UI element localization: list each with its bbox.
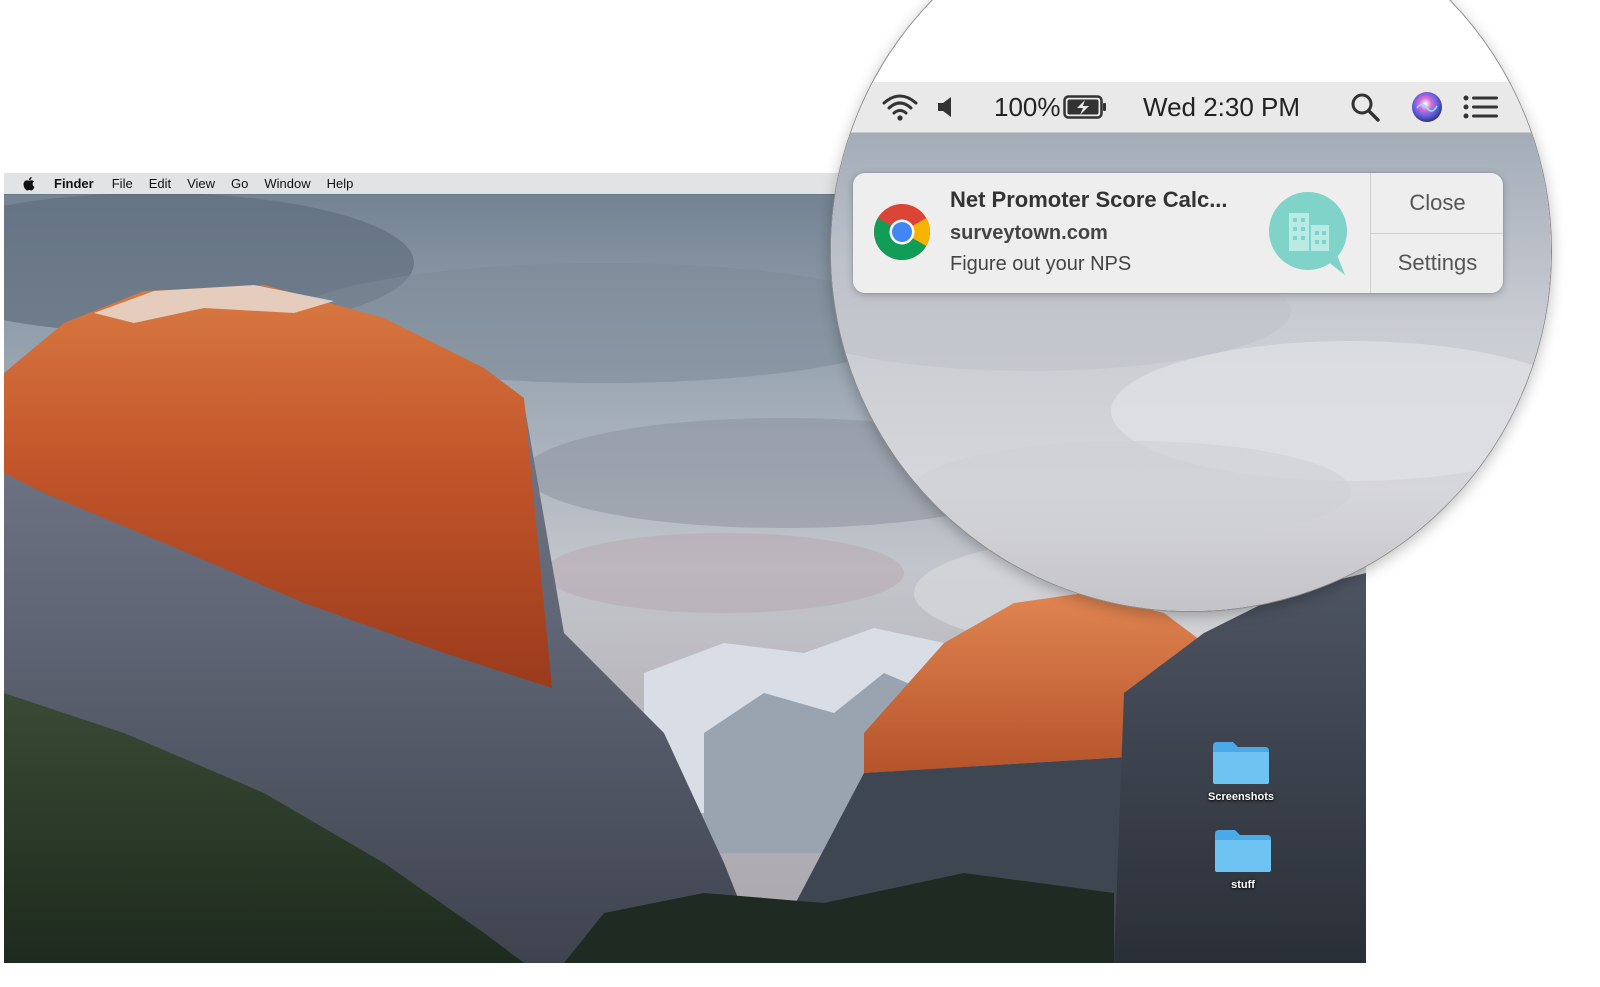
page: Finder File Edit View Go Window Help Scr… — [0, 0, 1600, 987]
notification-settings-button[interactable]: Settings — [1371, 232, 1503, 294]
menu-finder[interactable]: Finder — [54, 176, 94, 191]
apple-logo-icon[interactable] — [22, 176, 36, 192]
menu-clock[interactable]: Wed 2:30 PM — [1143, 82, 1300, 132]
folder-icon — [1215, 830, 1271, 872]
notification-body: Figure out your NPS — [950, 253, 1132, 275]
surveytown-building-icon — [1269, 192, 1347, 275]
menu-view[interactable]: View — [187, 176, 215, 191]
folder-icon — [1213, 742, 1269, 784]
desktop-folder-label: Screenshots — [1207, 791, 1275, 803]
volume-icon[interactable] — [937, 82, 957, 132]
battery-charging-icon[interactable] — [1063, 82, 1107, 132]
notification-title: Net Promoter Score Calc... — [950, 187, 1228, 212]
battery-percent[interactable]: 100% — [994, 82, 1061, 132]
menu-file[interactable]: File — [112, 176, 133, 191]
desktop-folder-label: stuff — [1231, 879, 1255, 891]
notification-center-icon[interactable] — [1463, 82, 1499, 132]
menu-edit[interactable]: Edit — [149, 176, 171, 191]
siri-icon[interactable] — [1411, 82, 1443, 132]
notification-actions: Close Settings — [1370, 173, 1503, 293]
menu-window[interactable]: Window — [264, 176, 310, 191]
notification-subtitle: surveytown.com — [950, 222, 1108, 244]
notification-close-button[interactable]: Close — [1371, 173, 1503, 233]
desktop-folder-stuff[interactable]: stuff — [1198, 826, 1288, 891]
notification-banner[interactable]: Net Promoter Score Calc... surveytown.co… — [853, 173, 1503, 293]
wifi-icon[interactable] — [881, 82, 919, 132]
chrome-icon — [874, 204, 930, 260]
desktop-folder-screenshots[interactable]: Screenshots — [1196, 738, 1286, 803]
magnifier-callout: 100% Wed 2:30 PM Net Promoter Score Calc… — [830, 0, 1552, 612]
menu-go[interactable]: Go — [231, 176, 248, 191]
spotlight-search-icon[interactable] — [1350, 82, 1380, 132]
menu-help[interactable]: Help — [327, 176, 354, 191]
magnified-menu-bar: 100% Wed 2:30 PM — [831, 82, 1551, 133]
